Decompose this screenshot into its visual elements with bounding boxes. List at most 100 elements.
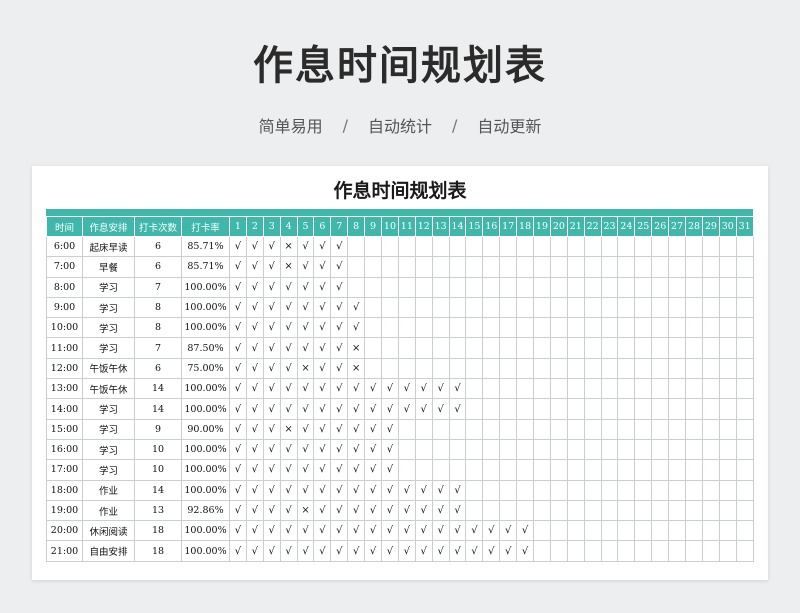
day-check-cell[interactable] xyxy=(685,378,703,400)
day-check-cell[interactable] xyxy=(499,398,518,420)
day-check-cell[interactable] xyxy=(397,459,416,481)
day-check-cell[interactable] xyxy=(549,357,568,380)
activity-cell[interactable]: 午饭午休 xyxy=(82,357,135,380)
day-check-cell[interactable]: √ xyxy=(397,378,416,400)
day-check-cell[interactable]: √ xyxy=(279,479,298,501)
day-check-cell[interactable] xyxy=(583,256,602,278)
day-check-cell[interactable] xyxy=(668,337,687,359)
day-check-cell[interactable] xyxy=(431,317,450,339)
day-check-cell[interactable] xyxy=(431,357,450,380)
day-check-cell[interactable]: √ xyxy=(229,276,247,298)
day-check-cell[interactable]: √ xyxy=(448,378,467,400)
day-check-cell[interactable]: √ xyxy=(229,540,247,562)
day-check-cell[interactable] xyxy=(448,317,467,339)
day-check-cell[interactable] xyxy=(668,398,687,420)
day-check-cell[interactable]: √ xyxy=(229,459,247,481)
day-check-cell[interactable] xyxy=(583,438,602,461)
day-check-cell[interactable] xyxy=(718,256,737,278)
day-check-cell[interactable] xyxy=(566,357,585,380)
day-check-cell[interactable] xyxy=(549,337,568,359)
activity-cell[interactable]: 学习 xyxy=(82,276,135,298)
day-check-cell[interactable] xyxy=(499,418,518,440)
day-check-cell[interactable] xyxy=(617,459,636,481)
day-check-cell[interactable]: √ xyxy=(262,378,281,400)
day-check-cell[interactable]: √ xyxy=(245,256,264,278)
time-cell[interactable]: 15:00 xyxy=(46,418,83,440)
rate-cell[interactable]: 75.00% xyxy=(181,357,230,380)
day-check-cell[interactable] xyxy=(533,357,551,380)
day-check-cell[interactable]: √ xyxy=(347,479,366,501)
day-check-cell[interactable] xyxy=(668,479,687,501)
day-check-cell[interactable]: √ xyxy=(296,378,315,400)
day-check-cell[interactable] xyxy=(668,438,687,461)
day-check-cell[interactable] xyxy=(685,398,703,420)
day-check-cell[interactable]: √ xyxy=(279,337,298,359)
day-check-cell[interactable]: √ xyxy=(431,479,450,501)
day-check-cell[interactable] xyxy=(600,499,619,522)
day-check-cell[interactable] xyxy=(549,499,568,522)
rate-cell[interactable]: 100.00% xyxy=(181,438,230,461)
day-check-cell[interactable]: √ xyxy=(229,520,247,542)
day-check-cell[interactable] xyxy=(414,357,433,380)
day-check-cell[interactable] xyxy=(533,317,551,339)
day-check-cell[interactable] xyxy=(566,235,585,258)
day-check-cell[interactable]: × xyxy=(279,235,298,258)
count-cell[interactable]: 8 xyxy=(134,317,182,339)
day-check-cell[interactable] xyxy=(566,256,585,278)
day-check-cell[interactable] xyxy=(600,520,619,542)
day-check-cell[interactable]: √ xyxy=(279,438,298,461)
day-check-cell[interactable] xyxy=(701,520,720,542)
day-check-cell[interactable]: √ xyxy=(296,296,315,319)
day-check-cell[interactable] xyxy=(549,540,568,562)
time-cell[interactable]: 18:00 xyxy=(46,479,83,501)
day-check-cell[interactable] xyxy=(414,256,433,278)
day-check-cell[interactable] xyxy=(735,235,754,258)
day-check-cell[interactable] xyxy=(533,459,551,481)
day-check-cell[interactable]: √ xyxy=(330,296,349,319)
rate-cell[interactable]: 85.71% xyxy=(181,256,230,278)
day-check-cell[interactable]: √ xyxy=(245,499,264,522)
activity-cell[interactable]: 学习 xyxy=(82,438,135,461)
day-check-cell[interactable]: √ xyxy=(313,256,332,278)
day-check-cell[interactable] xyxy=(347,256,366,278)
day-check-cell[interactable]: √ xyxy=(279,398,298,420)
day-check-cell[interactable] xyxy=(533,418,551,440)
day-check-cell[interactable] xyxy=(617,438,636,461)
day-check-cell[interactable]: √ xyxy=(330,438,349,461)
day-check-cell[interactable] xyxy=(516,499,535,522)
day-check-cell[interactable]: √ xyxy=(279,499,298,522)
time-cell[interactable]: 21:00 xyxy=(46,540,83,562)
day-check-cell[interactable] xyxy=(634,276,653,298)
day-check-cell[interactable] xyxy=(600,438,619,461)
day-check-cell[interactable] xyxy=(735,438,754,461)
day-check-cell[interactable] xyxy=(651,540,670,562)
day-check-cell[interactable] xyxy=(634,256,653,278)
count-cell[interactable]: 7 xyxy=(134,276,182,298)
day-check-cell[interactable]: √ xyxy=(296,317,315,339)
day-check-cell[interactable]: √ xyxy=(245,398,264,420)
day-check-cell[interactable] xyxy=(735,499,754,522)
day-check-cell[interactable] xyxy=(381,296,399,319)
day-check-cell[interactable] xyxy=(516,398,535,420)
day-check-cell[interactable]: √ xyxy=(431,398,450,420)
day-check-cell[interactable] xyxy=(685,235,703,258)
time-cell[interactable]: 13:00 xyxy=(46,378,83,400)
day-check-cell[interactable] xyxy=(482,256,501,278)
day-check-cell[interactable]: √ xyxy=(262,459,281,481)
count-cell[interactable]: 10 xyxy=(134,438,182,461)
time-cell[interactable]: 7:00 xyxy=(46,256,83,278)
day-check-cell[interactable] xyxy=(685,276,703,298)
day-check-cell[interactable] xyxy=(651,438,670,461)
day-check-cell[interactable] xyxy=(600,296,619,319)
day-check-cell[interactable] xyxy=(718,357,737,380)
day-check-cell[interactable] xyxy=(465,357,484,380)
day-check-cell[interactable] xyxy=(600,479,619,501)
day-check-cell[interactable] xyxy=(651,337,670,359)
day-check-cell[interactable]: √ xyxy=(262,540,281,562)
day-check-cell[interactable]: √ xyxy=(262,520,281,542)
day-check-cell[interactable] xyxy=(668,296,687,319)
day-check-cell[interactable] xyxy=(600,276,619,298)
day-check-cell[interactable] xyxy=(482,499,501,522)
day-check-cell[interactable] xyxy=(499,357,518,380)
day-check-cell[interactable] xyxy=(516,256,535,278)
